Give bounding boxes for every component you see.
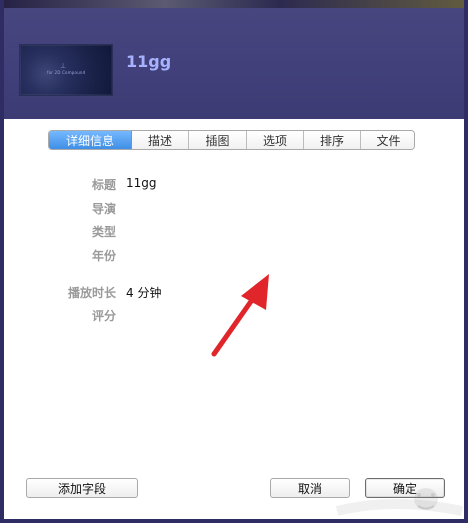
director-label: 导演 [91, 202, 116, 216]
red-arrow-icon [211, 274, 269, 357]
duration-value: 4 分钟 [126, 286, 162, 300]
title-label: 标题 [91, 178, 116, 192]
tab-artwork[interactable]: 插图 [189, 131, 247, 149]
genre-label: 类型 [91, 225, 116, 239]
thumbnail-caption: for 2D Compound [47, 70, 86, 75]
tab-details[interactable]: 详细信息 [49, 131, 132, 149]
tab-sorting[interactable]: 排序 [304, 131, 361, 149]
tab-options[interactable]: 选项 [247, 131, 304, 149]
media-title: 11gg [126, 52, 172, 71]
ok-button[interactable]: 确定 [365, 478, 445, 498]
dialog-header: ⊥ for 2D Compound 11gg [4, 8, 464, 119]
duration-label: 播放时长 [67, 286, 116, 300]
thumbnail-mark: ⊥ [60, 62, 67, 70]
tab-file[interactable]: 文件 [361, 131, 414, 149]
tab-description[interactable]: 描述 [132, 131, 189, 149]
year-label: 年份 [91, 249, 116, 263]
red-arrow-head [241, 274, 269, 310]
top-strip [4, 0, 464, 8]
tab-bar: 详细信息 描述 插图 选项 排序 文件 [48, 130, 415, 150]
rating-label: 评分 [91, 309, 116, 323]
title-value[interactable]: 11gg [126, 176, 157, 190]
add-field-button[interactable]: 添加字段 [26, 478, 138, 498]
media-thumbnail: ⊥ for 2D Compound [19, 44, 113, 96]
dialog-content: 详细信息 描述 插图 选项 排序 文件 标题 11gg 导演 类型 年份 播放时… [4, 119, 464, 519]
media-info-dialog: ⊥ for 2D Compound 11gg 详细信息 描述 插图 选项 排序 … [0, 0, 468, 523]
cancel-button[interactable]: 取消 [270, 478, 350, 498]
